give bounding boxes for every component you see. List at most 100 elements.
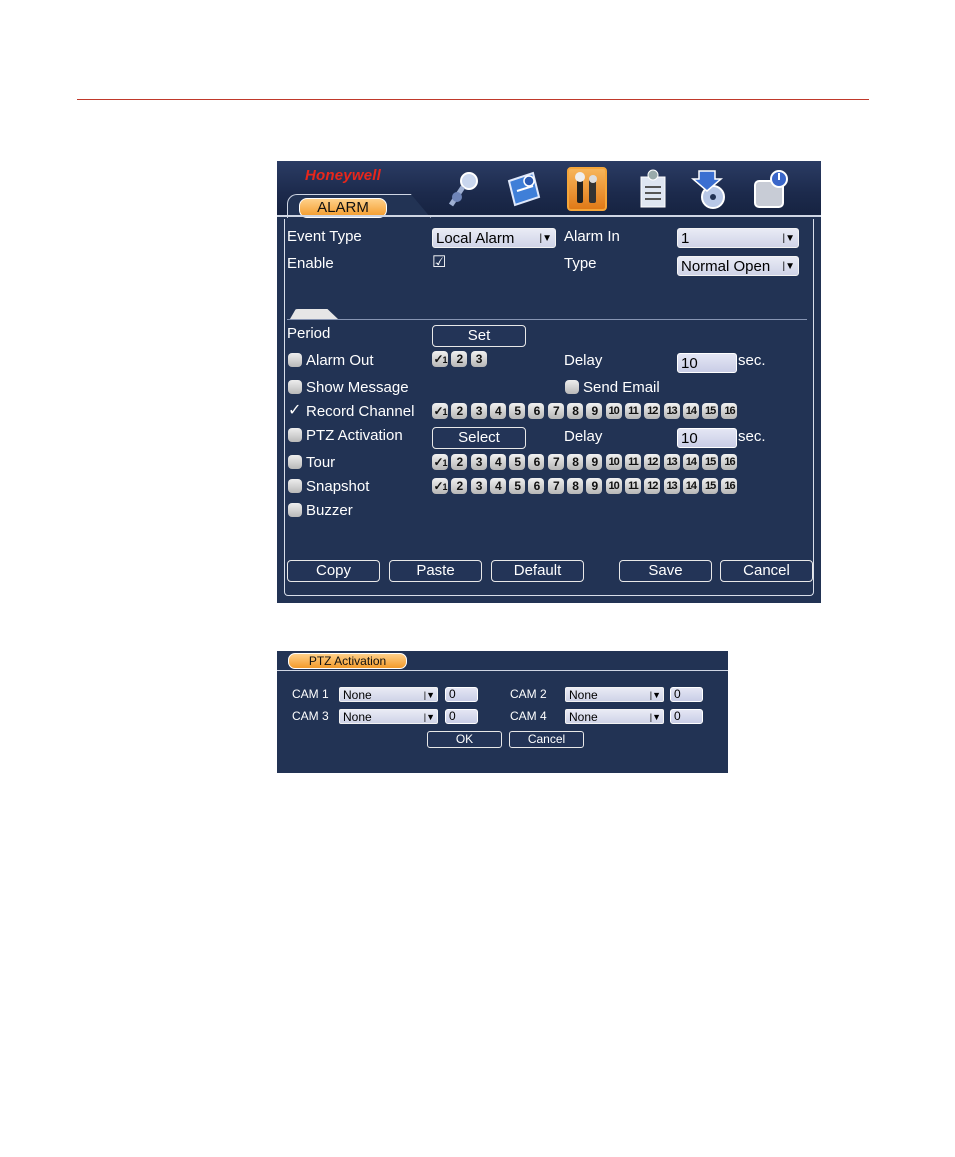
cancel-button[interactable]: Cancel [720, 560, 813, 582]
type-select[interactable]: Normal Open |▼ [677, 256, 799, 276]
record-channel-7[interactable]: 7 [547, 403, 564, 419]
buzzer-checkbox[interactable] [288, 503, 302, 517]
snapshot-channel-11[interactable]: 11 [624, 478, 641, 494]
delay-input[interactable]: 10 [677, 353, 737, 373]
tour-channel-16[interactable]: 16 [721, 454, 738, 470]
ptz-ok-button[interactable]: OK [427, 731, 502, 748]
snapshot-channel-7[interactable]: 7 [547, 478, 564, 494]
paste-button[interactable]: Paste [389, 560, 482, 582]
snapshot-channel-9[interactable]: 9 [586, 478, 603, 494]
record-channel-14[interactable]: 14 [682, 403, 699, 419]
snapshot-channel-14[interactable]: 14 [682, 478, 699, 494]
record-channel-2[interactable]: 2 [451, 403, 468, 419]
tools-icon[interactable] [567, 167, 607, 211]
chevron-down-icon: |▼ [782, 233, 796, 244]
disk-power-icon[interactable] [751, 167, 791, 211]
snapshot-channel-12[interactable]: 12 [644, 478, 661, 494]
search-icon[interactable] [445, 167, 485, 211]
show-message-checkbox[interactable] [288, 380, 302, 394]
send-email-label: Send Email [583, 379, 660, 396]
record-channel-16[interactable]: 16 [721, 403, 738, 419]
record-channel-12[interactable]: 12 [644, 403, 661, 419]
cam3-preset-input[interactable]: 0 [445, 709, 478, 724]
snapshot-channel-10[interactable]: 10 [605, 478, 622, 494]
advanced-checklist-icon[interactable] [633, 167, 673, 211]
tour-channel-2[interactable]: 2 [451, 454, 468, 470]
tour-checkbox[interactable] [288, 455, 302, 469]
record-channel-13[interactable]: 13 [663, 403, 680, 419]
snapshot-channel-4[interactable]: 4 [489, 478, 506, 494]
tab-baseline [277, 215, 821, 217]
cam1-value: None [343, 688, 372, 702]
cam2-select[interactable]: None |▼ [565, 687, 664, 702]
snapshot-channel-6[interactable]: 6 [528, 478, 545, 494]
tour-channel-8[interactable]: 8 [567, 454, 584, 470]
record-channel-4[interactable]: 4 [489, 403, 506, 419]
alarm-in-select[interactable]: 1 |▼ [677, 228, 799, 248]
record-channel-5[interactable]: 5 [509, 403, 526, 419]
record-channel-checkbox[interactable]: ✓ [288, 403, 302, 419]
alarm-out-2[interactable]: 2 [451, 351, 468, 367]
enable-checkbox[interactable]: ☑ [432, 255, 446, 271]
snapshot-channel-3[interactable]: 3 [470, 478, 487, 494]
cam1-preset-input[interactable]: 0 [445, 687, 478, 702]
period-set-button[interactable]: Set [432, 325, 526, 347]
cam2-preset-input[interactable]: 0 [670, 687, 703, 702]
tour-channel-14[interactable]: 14 [682, 454, 699, 470]
cam3-select[interactable]: None |▼ [339, 709, 438, 724]
record-channel-11[interactable]: 11 [624, 403, 641, 419]
alarm-out-1[interactable]: ✓1 [432, 351, 448, 367]
backup-icon[interactable] [690, 167, 731, 211]
cam1-select[interactable]: None |▼ [339, 687, 438, 702]
tour-channel-11[interactable]: 11 [624, 454, 641, 470]
alarm-out-checkbox[interactable] [288, 353, 302, 367]
cam4-select[interactable]: None |▼ [565, 709, 664, 724]
event-type-select[interactable]: Local Alarm |▼ [432, 228, 556, 248]
record-channel-9[interactable]: 9 [586, 403, 603, 419]
record-channel-6[interactable]: 6 [528, 403, 545, 419]
tour-channel-3[interactable]: 3 [470, 454, 487, 470]
send-email-checkbox[interactable] [565, 380, 579, 394]
tab-ptz-activation[interactable]: PTZ Activation [288, 653, 407, 669]
tour-channel-10[interactable]: 10 [605, 454, 622, 470]
record-channel-3[interactable]: 3 [470, 403, 487, 419]
tour-channel-15[interactable]: 15 [702, 454, 719, 470]
default-button[interactable]: Default [491, 560, 584, 582]
cam2-label: CAM 2 [510, 687, 547, 701]
ptz-cancel-button[interactable]: Cancel [509, 731, 584, 748]
copy-button[interactable]: Copy [287, 560, 380, 582]
snapshot-channel-8[interactable]: 8 [567, 478, 584, 494]
cam3-value: None [343, 710, 372, 724]
info-book-icon[interactable] [503, 167, 543, 211]
snapshot-channel-15[interactable]: 15 [702, 478, 719, 494]
enable-label: Enable [287, 255, 334, 272]
ptz-activation-checkbox[interactable] [288, 428, 302, 442]
tour-channel-12[interactable]: 12 [644, 454, 661, 470]
cam1-label: CAM 1 [292, 687, 329, 701]
snapshot-channel-13[interactable]: 13 [663, 478, 680, 494]
tour-channel-6[interactable]: 6 [528, 454, 545, 470]
tour-channel-7[interactable]: 7 [547, 454, 564, 470]
snapshot-checkbox[interactable] [288, 479, 302, 493]
snapshot-channel-1[interactable]: ✓1 [432, 478, 448, 494]
tour-channel-13[interactable]: 13 [663, 454, 680, 470]
save-button[interactable]: Save [619, 560, 712, 582]
header-rule [77, 99, 869, 100]
record-channel-1[interactable]: ✓1 [432, 403, 448, 419]
snapshot-channel-5[interactable]: 5 [509, 478, 526, 494]
record-channel-10[interactable]: 10 [605, 403, 622, 419]
chevron-down-icon: |▼ [423, 712, 435, 722]
cam4-preset-input[interactable]: 0 [670, 709, 703, 724]
ptz-select-button[interactable]: Select [432, 427, 526, 449]
type-label: Type [564, 255, 597, 272]
tour-channel-9[interactable]: 9 [586, 454, 603, 470]
snapshot-channel-2[interactable]: 2 [451, 478, 468, 494]
tour-channel-4[interactable]: 4 [489, 454, 506, 470]
tour-channel-5[interactable]: 5 [509, 454, 526, 470]
record-channel-8[interactable]: 8 [567, 403, 584, 419]
tour-channel-1[interactable]: ✓1 [432, 454, 448, 470]
delay-input-2[interactable]: 10 [677, 428, 737, 448]
alarm-out-3[interactable]: 3 [470, 351, 487, 367]
snapshot-channel-16[interactable]: 16 [721, 478, 738, 494]
record-channel-15[interactable]: 15 [702, 403, 719, 419]
